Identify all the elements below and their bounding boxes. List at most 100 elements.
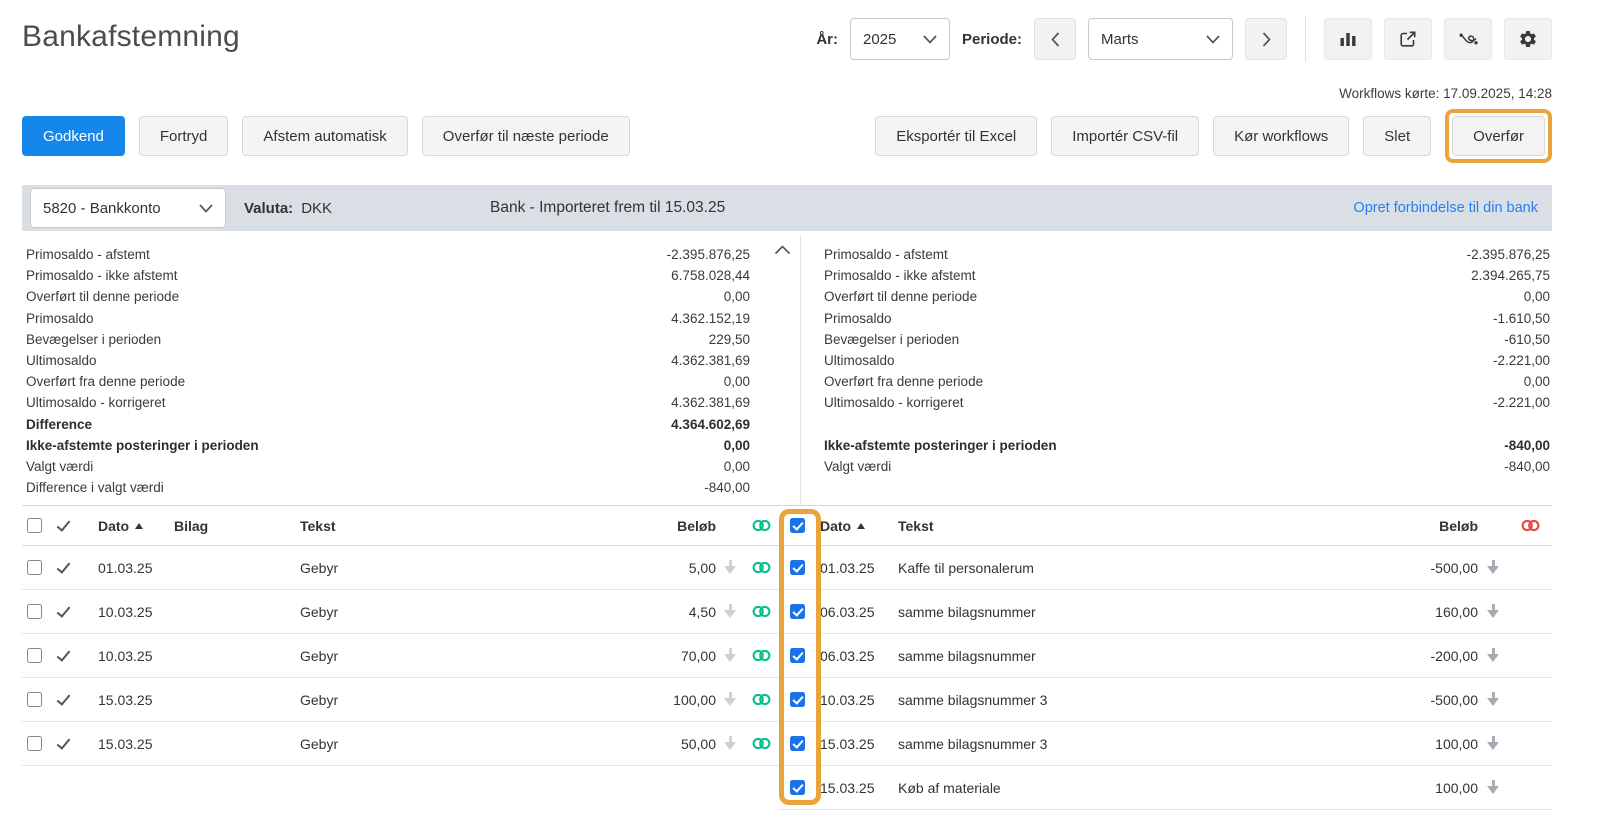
ledger-row[interactable]: 10.03.25Gebyr70,00 [22, 634, 778, 678]
summary-value: -840,00 [704, 477, 750, 498]
ledger-row-match-link[interactable] [744, 604, 778, 619]
koer-workflows-button[interactable]: Kør workflows [1213, 116, 1349, 156]
bank-row-amount: -200,00 [1358, 648, 1478, 664]
eksporter-excel-button[interactable]: Eksportér til Excel [875, 116, 1037, 156]
row-select-cell[interactable] [22, 692, 54, 707]
checkbox-checked-icon[interactable] [790, 604, 805, 619]
checkbox-checked-icon[interactable] [790, 560, 805, 575]
checkbox-icon[interactable] [27, 518, 42, 533]
next-period-button[interactable] [1245, 18, 1287, 60]
summary-label: Difference i valgt værdi [26, 477, 164, 498]
row-select-cell[interactable] [778, 736, 820, 751]
bank-row-direction [1478, 604, 1508, 619]
bank-row[interactable]: 06.03.25samme bilagsnummer-200,00 [778, 634, 1552, 678]
ledger-row-match-link[interactable] [744, 692, 778, 707]
overfoer-button[interactable]: Overfør [1452, 116, 1545, 156]
ledger-row-match-link[interactable] [744, 648, 778, 663]
bar-chart-icon [1339, 30, 1357, 48]
ledger-row[interactable]: 10.03.25Gebyr4,50 [22, 590, 778, 634]
summary-row: Ikke-afstemte posteringer i perioden-840… [824, 435, 1550, 456]
row-select-cell[interactable] [22, 736, 54, 751]
period-value: Marts [1101, 31, 1139, 48]
year-select[interactable]: 2025 [850, 18, 950, 60]
bank-row[interactable]: 15.03.25samme bilagsnummer 3100,00 [778, 722, 1552, 766]
check-icon [57, 603, 71, 617]
chart-button[interactable] [1324, 18, 1372, 60]
summary-label: Ultimosaldo - korrigeret [26, 392, 166, 413]
summary-value: -610,50 [1504, 329, 1550, 350]
ledger-approved-header [54, 521, 98, 531]
row-select-cell[interactable] [778, 780, 820, 795]
bank-row-text: samme bilagsnummer 3 [898, 736, 1358, 752]
row-select-cell[interactable] [22, 604, 54, 619]
row-select-cell[interactable] [22, 560, 54, 575]
checkbox-icon[interactable] [27, 692, 42, 707]
checkbox-icon[interactable] [27, 604, 42, 619]
ledger-row-date: 10.03.25 [98, 604, 174, 620]
row-select-cell[interactable] [778, 648, 820, 663]
bank-row-text: Kaffe til personalerum [898, 560, 1358, 576]
row-select-cell[interactable] [778, 604, 820, 619]
ledger-row-match-link[interactable] [744, 560, 778, 575]
bank-row[interactable]: 10.03.25samme bilagsnummer 3-500,00 [778, 678, 1552, 722]
bank-sort-dato[interactable]: Dato [820, 518, 898, 534]
ledger-row[interactable]: 15.03.25Gebyr100,00 [22, 678, 778, 722]
link-icon [752, 736, 771, 751]
ledger-select-all-checkbox[interactable] [22, 518, 54, 533]
bank-row[interactable]: 15.03.25Køb af materiale100,00 [778, 766, 1552, 810]
ledger-matched-filter[interactable] [744, 518, 778, 533]
godkend-button[interactable]: Godkend [22, 116, 125, 156]
checkbox-checked-icon[interactable] [790, 780, 805, 795]
ledger-row-text: Gebyr [300, 692, 596, 708]
checkbox-checked-icon[interactable] [790, 736, 805, 751]
ledger-row[interactable]: 01.03.25Gebyr5,00 [22, 546, 778, 590]
checkbox-checked-icon[interactable] [790, 648, 805, 663]
bank-col-tekst[interactable]: Tekst [898, 518, 1358, 534]
ledger-col-beloeb[interactable]: Beløb [596, 518, 716, 534]
collapse-summary-button[interactable] [774, 245, 791, 255]
arrow-down-icon [1487, 604, 1499, 619]
ledger-row-match-link[interactable] [744, 736, 778, 751]
row-select-cell[interactable] [778, 560, 820, 575]
ledger-col-tekst[interactable]: Tekst [300, 518, 596, 534]
prev-period-button[interactable] [1034, 18, 1076, 60]
summary-row: Ikke-afstemte posteringer i perioden0,00 [26, 435, 750, 456]
summary-row: Primosaldo-1.610,50 [824, 308, 1550, 329]
bank-select-all-checkbox[interactable] [778, 518, 820, 533]
bank-row[interactable]: 06.03.25samme bilagsnummer160,00 [778, 590, 1552, 634]
importer-csv-button[interactable]: Importér CSV-fil [1051, 116, 1199, 156]
ledger-col-bilag[interactable]: Bilag [174, 518, 300, 534]
ledger-row[interactable]: 15.03.25Gebyr50,00 [22, 722, 778, 766]
checkbox-checked-icon[interactable] [790, 518, 805, 533]
link-icon [752, 604, 771, 619]
ledger-row-text: Gebyr [300, 648, 596, 664]
checkbox-icon[interactable] [27, 648, 42, 663]
summary-value: 229,50 [709, 329, 750, 350]
checkbox-checked-icon[interactable] [790, 692, 805, 707]
bank-unmatched-filter[interactable] [1508, 518, 1552, 533]
account-select[interactable]: 5820 - Bankkonto [30, 188, 226, 228]
summary-section: Primosaldo - afstemt-2.395.876,25Primosa… [22, 231, 1552, 505]
bank-row[interactable]: 01.03.25Kaffe til personalerum-500,00 [778, 546, 1552, 590]
open-external-button[interactable] [1384, 18, 1432, 60]
settings-button[interactable] [1504, 18, 1552, 60]
bank-row-direction [1478, 692, 1508, 707]
checkbox-icon[interactable] [27, 736, 42, 751]
fortryd-button[interactable]: Fortryd [139, 116, 229, 156]
checkbox-icon[interactable] [27, 560, 42, 575]
row-select-cell[interactable] [22, 648, 54, 663]
page-title: Bankafstemning [22, 20, 240, 54]
workflow-button[interactable] [1444, 18, 1492, 60]
period-select[interactable]: Marts [1088, 18, 1233, 60]
overfoer-naeste-periode-button[interactable]: Overfør til næste periode [422, 116, 630, 156]
ledger-sort-dato[interactable]: Dato [98, 518, 174, 534]
connect-bank-link[interactable]: Opret forbindelse til din bank [1353, 200, 1538, 216]
bank-col-beloeb[interactable]: Beløb [1358, 518, 1478, 534]
workflow-icon [1458, 31, 1478, 47]
row-select-cell[interactable] [778, 692, 820, 707]
slet-button[interactable]: Slet [1363, 116, 1431, 156]
arrow-down-icon [1487, 736, 1499, 751]
afstem-automatisk-button[interactable]: Afstem automatisk [242, 116, 407, 156]
bank-row-amount: 100,00 [1358, 736, 1478, 752]
tables-section: Dato Bilag Tekst Beløb 01.03.25Gebyr5,00… [22, 505, 1552, 813]
